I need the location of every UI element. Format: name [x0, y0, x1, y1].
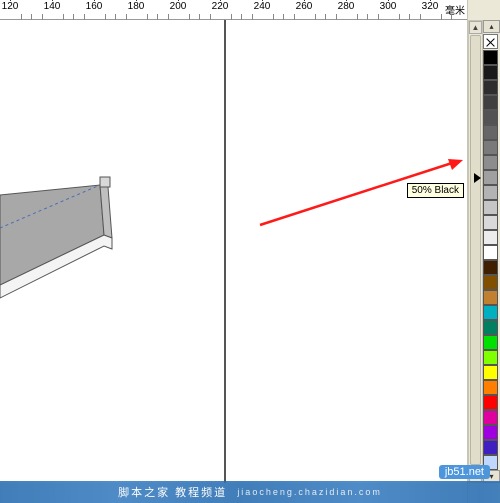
color-swatch[interactable] — [483, 290, 498, 305]
ruler-label: 180 — [127, 1, 146, 12]
right-panel: ▲ ▼ ▴ ▾ — [467, 0, 500, 503]
watermark-text: 脚本之家 教程频道 — [118, 484, 227, 500]
color-swatch[interactable] — [483, 275, 498, 290]
watermark-badge: jb51.net — [439, 465, 490, 479]
palette-scroll-up[interactable]: ▴ — [483, 20, 500, 33]
scroll-up-button[interactable]: ▲ — [469, 21, 482, 34]
color-swatch[interactable] — [483, 185, 498, 200]
color-palette: ▴ ▾ — [483, 20, 500, 483]
ruler-unit-label: 毫米 — [445, 2, 465, 17]
color-swatch[interactable] — [483, 320, 498, 335]
ruler-label: 220 — [211, 1, 230, 12]
canvas-area[interactable] — [0, 20, 467, 483]
color-swatch[interactable] — [483, 215, 498, 230]
color-swatch[interactable] — [483, 425, 498, 440]
vertical-scrollbar[interactable]: ▲ ▼ — [468, 20, 483, 483]
ruler-label: 260 — [295, 1, 314, 12]
color-swatch[interactable] — [483, 230, 498, 245]
color-swatch[interactable] — [483, 440, 498, 455]
canvas-svg — [0, 20, 467, 483]
ruler-label: 320 — [421, 1, 440, 12]
color-swatch[interactable] — [483, 305, 498, 320]
ruler-label: 140 — [43, 1, 62, 12]
color-swatch[interactable] — [483, 110, 498, 125]
color-swatch[interactable] — [483, 335, 498, 350]
palette-hover-indicator — [474, 173, 481, 183]
color-swatch[interactable] — [483, 125, 498, 140]
color-swatch[interactable] — [483, 380, 498, 395]
color-swatch[interactable] — [483, 140, 498, 155]
color-swatch[interactable] — [483, 395, 498, 410]
color-swatch[interactable] — [483, 260, 498, 275]
ruler-horizontal: 毫米 120 140 160 180 200 220 240 260 280 300 320 — [0, 0, 467, 20]
ruler-label: 280 — [337, 1, 356, 12]
ruler-label: 160 — [85, 1, 104, 12]
color-swatch[interactable] — [483, 80, 498, 95]
ruler-label: 200 — [169, 1, 188, 12]
color-swatch[interactable] — [483, 65, 498, 80]
ruler-label: 120 — [1, 1, 20, 12]
color-swatch[interactable] — [483, 155, 498, 170]
ruler-label: 300 — [379, 1, 398, 12]
swatch-no-fill[interactable] — [483, 34, 498, 49]
color-tooltip: 50% Black — [407, 183, 464, 198]
color-swatch[interactable] — [483, 95, 498, 110]
watermark-sub: jiaocheng.chazidian.com — [237, 487, 382, 497]
color-swatch[interactable] — [483, 410, 498, 425]
color-swatch[interactable] — [483, 245, 498, 260]
color-swatch[interactable] — [483, 365, 498, 380]
ruler-label: 240 — [253, 1, 272, 12]
scroll-thumb[interactable] — [470, 35, 481, 465]
color-swatch[interactable] — [483, 350, 498, 365]
color-swatch[interactable] — [483, 170, 498, 185]
color-swatch[interactable] — [483, 200, 498, 215]
color-swatch[interactable] — [483, 50, 498, 65]
watermark-bar: 脚本之家 教程频道 jiaocheng.chazidian.com — [0, 481, 500, 503]
selection-handle[interactable] — [100, 177, 110, 187]
